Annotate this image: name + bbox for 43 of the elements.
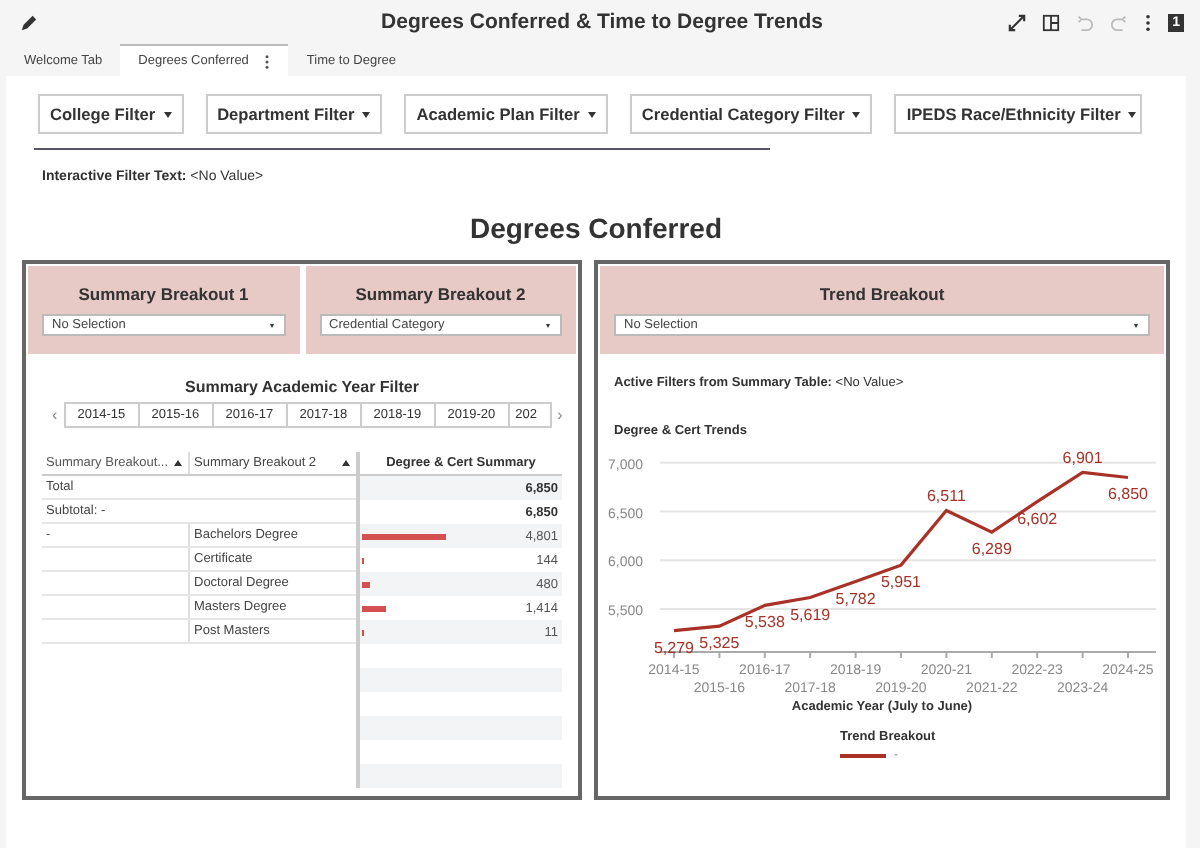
section-title: Degrees Conferred bbox=[467, 212, 725, 244]
data-label: 6,901 bbox=[1062, 448, 1103, 467]
data-label: 5,325 bbox=[699, 634, 740, 653]
data-label: 6,602 bbox=[1017, 509, 1058, 528]
data-label: 6,511 bbox=[926, 486, 966, 505]
data-label: 6,850 bbox=[1107, 485, 1149, 504]
filter-dropdown[interactable]: Credential Category Filter bbox=[629, 94, 873, 134]
dashboard-title: Degrees Conferred & Time to Degree Trends bbox=[381, 10, 823, 34]
caret-icon bbox=[852, 111, 861, 117]
value-bar bbox=[362, 533, 446, 539]
breakout-title: Summary Breakout 1 bbox=[78, 284, 249, 304]
data-label: 6,289 bbox=[971, 540, 1012, 559]
more-icon[interactable] bbox=[1144, 13, 1153, 31]
more-icon[interactable] bbox=[264, 53, 271, 69]
filter-dropdown[interactable]: IPEDS Race/Ethnicity Filter bbox=[894, 94, 1143, 134]
caret-icon bbox=[1134, 323, 1138, 327]
sort-icon[interactable] bbox=[174, 460, 182, 466]
data-label: 5,279 bbox=[653, 638, 695, 657]
caret-icon bbox=[269, 323, 273, 327]
value-bar bbox=[362, 605, 387, 611]
legend-line bbox=[840, 754, 886, 758]
data-label: 5,782 bbox=[835, 589, 876, 608]
year-filter-title: Summary Academic Year Filter bbox=[183, 378, 421, 396]
caret-icon bbox=[1128, 111, 1137, 117]
breakout-title: Trend Breakout bbox=[819, 284, 945, 304]
filter-dropdown[interactable]: Department Filter bbox=[205, 94, 383, 134]
breakout-title: Summary Breakout 2 bbox=[355, 284, 526, 304]
data-label: 5,538 bbox=[744, 613, 785, 632]
caret-icon bbox=[163, 111, 172, 117]
pencil-icon[interactable] bbox=[20, 13, 38, 31]
expand-icon[interactable] bbox=[1008, 13, 1027, 31]
caret-icon bbox=[587, 111, 596, 117]
caret-icon bbox=[546, 323, 550, 327]
data-label: 5,951 bbox=[880, 573, 922, 592]
data-label: 5,619 bbox=[790, 605, 831, 624]
filter-dropdown[interactable]: College Filter bbox=[38, 94, 184, 134]
caret-icon bbox=[362, 111, 371, 117]
previous-button[interactable]: ‹ bbox=[46, 406, 64, 424]
next-button[interactable]: › bbox=[551, 406, 569, 424]
sort-icon[interactable] bbox=[342, 460, 350, 466]
filter-dropdown[interactable]: Academic Plan Filter bbox=[404, 94, 608, 134]
value-bar bbox=[362, 581, 371, 587]
layout-icon[interactable] bbox=[1042, 13, 1061, 31]
